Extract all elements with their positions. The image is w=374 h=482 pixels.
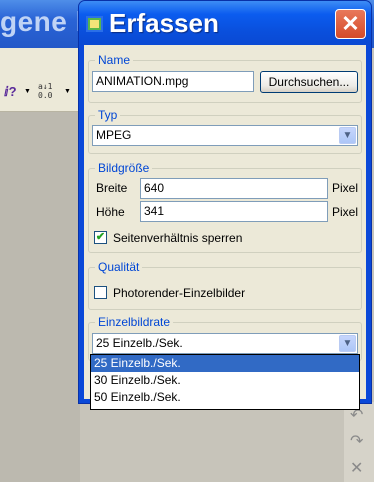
undo-icon[interactable]: ↶ (350, 408, 363, 424)
chevron-down-icon[interactable]: ▼ (339, 335, 356, 352)
type-select[interactable]: MPEG ▼ (92, 125, 358, 146)
name-group-legend: Name (98, 53, 131, 67)
height-label: Höhe (96, 205, 125, 219)
framerate-group-legend: Einzelbildrate (98, 315, 171, 329)
browse-button[interactable]: Durchsuchen... (260, 71, 358, 93)
type-select-value: MPEG (96, 128, 132, 142)
help-dropdown-icon[interactable]: ▼ (24, 88, 31, 95)
framerate-option[interactable]: 25 Einzelb./Sek. (91, 355, 359, 372)
height-unit: Pixel (332, 205, 359, 219)
background-canvas (0, 112, 80, 482)
framerate-dropdown-list: 25 Einzelb./Sek. 30 Einzelb./Sek. 50 Ein… (90, 354, 360, 410)
chevron-down-icon[interactable]: ▼ (339, 127, 356, 144)
quality-group-legend: Qualität (98, 260, 140, 274)
quality-group: Qualität (88, 260, 362, 310)
framerate-select[interactable]: 25 Einzelb./Sek. ▼ (92, 333, 358, 354)
dialog-title-bar[interactable]: Erfassen ✕ (79, 1, 371, 45)
background-toolbar: ⅈ? ▼ a↓1 0.0 ▼ (0, 72, 80, 112)
lock-aspect-label[interactable]: Seitenverhältnis sperren (113, 231, 242, 245)
background-menu-bar (0, 48, 80, 72)
help-icon[interactable]: ⅈ? (4, 84, 17, 100)
framerate-select-value: 25 Einzelb./Sek. (96, 336, 183, 350)
image-size-group-legend: Bildgröße (98, 161, 150, 175)
height-field[interactable]: 341 (140, 201, 328, 222)
width-field[interactable]: 640 (140, 178, 328, 199)
close-icon: ✕ (341, 11, 360, 36)
sort-dropdown-icon[interactable]: ▼ (64, 88, 71, 95)
redo-icon[interactable]: ↷ (350, 434, 363, 450)
photorender-checkbox[interactable] (94, 286, 107, 299)
type-group-legend: Typ (98, 108, 118, 122)
capture-dialog: Erfassen ✕ Name ANIMATION.mpg Durchsuche… (78, 0, 372, 404)
framerate-option[interactable]: 30 Einzelb./Sek. (91, 372, 359, 389)
app-icon (86, 16, 103, 32)
background-window-title: gene l (0, 6, 84, 37)
close-button[interactable]: ✕ (335, 9, 366, 39)
dialog-title: Erfassen (109, 8, 219, 38)
photorender-label[interactable]: Photorender-Einzelbilder (113, 286, 245, 300)
delete-icon[interactable]: ✕ (350, 461, 363, 477)
sort-icon[interactable]: a↓1 0.0 (38, 82, 52, 100)
width-label: Breite (96, 181, 128, 195)
width-unit: Pixel (332, 181, 359, 195)
lock-aspect-checkbox[interactable]: ✔ (94, 231, 107, 244)
framerate-option[interactable]: 50 Einzelb./Sek. (91, 389, 359, 406)
dialog-body: Name ANIMATION.mpg Durchsuchen... Typ MP… (84, 45, 366, 399)
filename-field[interactable]: ANIMATION.mpg (92, 71, 254, 92)
